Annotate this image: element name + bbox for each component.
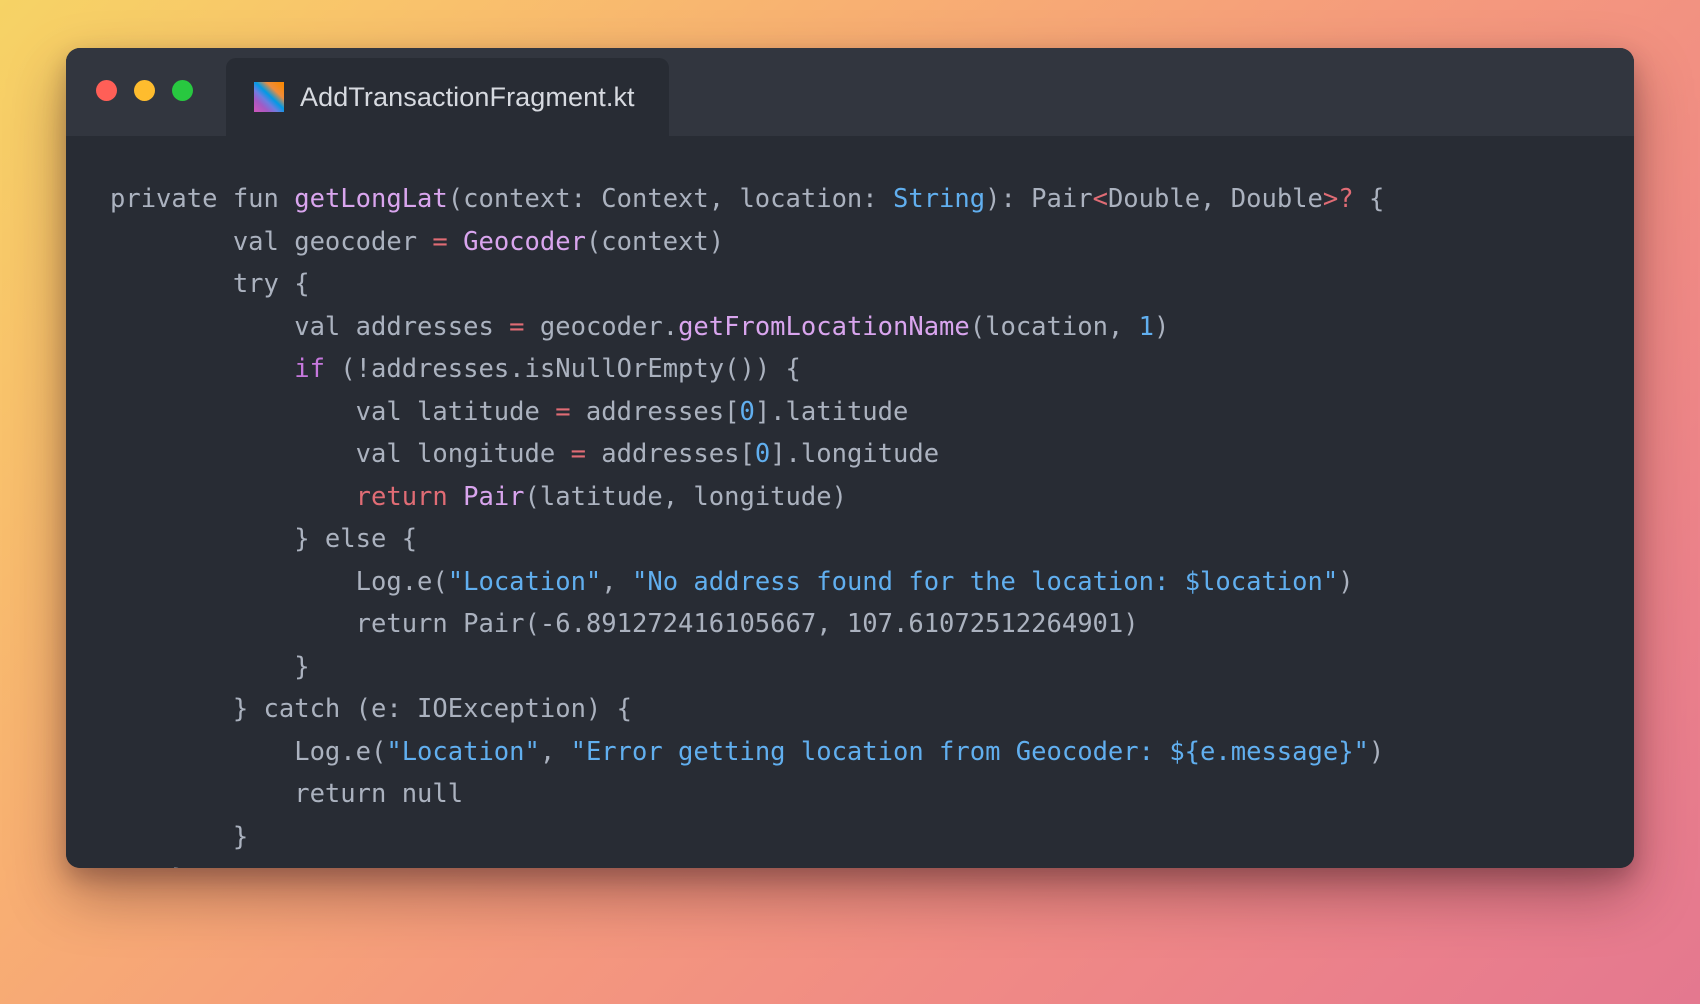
code-line: try { <box>110 269 310 299</box>
code-token: getLongLat <box>294 184 448 214</box>
code-line: val geocoder = Geocoder(context) <box>110 227 724 257</box>
code-token: < <box>1092 184 1108 214</box>
code-editor-area[interactable]: private fun getLongLat(context: Context,… <box>66 136 1634 868</box>
code-token: "Location" <box>386 736 540 767</box>
code-token: return Pair(-6.891272416105667, 107.6107… <box>110 609 1139 639</box>
code-token: ) <box>1368 736 1385 767</box>
code-token: } <box>110 821 249 852</box>
code-line: private fun getLongLat(context: Context,… <box>110 184 1384 214</box>
code-token: Log.e( <box>110 736 387 767</box>
code-token: "Error getting location from Geocoder: $… <box>570 736 1369 767</box>
source-code[interactable]: private fun getLongLat(context: Context,… <box>110 178 1634 868</box>
code-line: } <box>110 822 248 852</box>
code-token: try { <box>110 269 310 299</box>
code-token: "No address found for the location: $loc… <box>632 566 1339 597</box>
code-token: private fun <box>110 184 295 214</box>
code-token: 1 <box>1138 311 1155 342</box>
code-token: } else { <box>110 524 418 554</box>
code-token: (latitude, longitude) <box>524 481 847 512</box>
code-token: ].latitude <box>754 396 909 427</box>
code-token: val longitude <box>110 439 571 469</box>
code-line: val longitude = addresses[0].longitude <box>110 439 939 469</box>
code-token: = <box>432 226 448 257</box>
code-line: Log.e("Location", "Error getting locatio… <box>110 737 1384 767</box>
code-token: getFromLocationName <box>678 311 970 342</box>
code-token: = <box>509 311 525 342</box>
code-token: addresses[ <box>570 396 740 427</box>
code-token: return <box>355 481 448 512</box>
code-token: = <box>570 439 586 469</box>
code-token: } catch (e: IOException) { <box>110 694 632 724</box>
code-token: 0 <box>754 439 771 469</box>
code-token: (context) <box>585 226 725 257</box>
tab-addtransactionfragment[interactable]: AddTransactionFragment.kt <box>226 58 669 136</box>
code-token: } <box>110 864 186 868</box>
code-token: ) <box>1338 566 1354 597</box>
code-token: , <box>539 736 571 767</box>
minimize-button[interactable] <box>134 80 155 101</box>
code-token: (!addresses.isNullOrEmpty()) { <box>324 354 801 384</box>
window-controls <box>96 80 193 101</box>
code-line: return null <box>110 779 463 809</box>
code-line: } <box>110 864 186 868</box>
code-line: } <box>110 651 310 682</box>
kotlin-logo-icon <box>254 82 284 112</box>
code-token: , <box>601 566 633 597</box>
code-token: (context: Context, location: <box>447 184 893 214</box>
code-line: val latitude = addresses[0].latitude <box>110 396 909 427</box>
code-editor-window: AddTransactionFragment.kt private fun ge… <box>66 48 1634 868</box>
code-token: { <box>1353 184 1385 214</box>
code-token: "Location" <box>447 566 602 597</box>
code-line: Log.e("Location", "No address found for … <box>110 567 1354 597</box>
code-line: val addresses = geocoder.getFromLocation… <box>110 312 1169 342</box>
code-token: Double, Double <box>1107 184 1323 214</box>
code-token: val geocoder <box>110 226 433 257</box>
code-line: } catch (e: IOException) { <box>110 694 632 724</box>
code-token: Pair <box>463 481 525 512</box>
code-token: addresses[ <box>585 439 755 469</box>
code-token: Geocoder <box>463 226 586 257</box>
code-token: String <box>892 184 986 214</box>
code-token: ) <box>1154 311 1170 342</box>
code-token: val latitude <box>110 396 556 427</box>
tab-title-label: AddTransactionFragment.kt <box>300 81 635 112</box>
code-token: (location, <box>969 311 1139 342</box>
code-line: return Pair(-6.891272416105667, 107.6107… <box>110 609 1139 639</box>
code-token: return null <box>110 779 464 809</box>
code-token: 0 <box>739 396 755 427</box>
code-token: Log.e( <box>110 566 448 597</box>
code-token: = <box>555 396 571 427</box>
code-token: ): Pair <box>985 184 1093 214</box>
code-token: >? <box>1322 184 1354 214</box>
code-token: ].longitude <box>770 439 940 469</box>
code-token: val addresses <box>110 311 510 342</box>
code-line: } else { <box>110 524 417 554</box>
code-line: if (!addresses.isNullOrEmpty()) { <box>110 354 801 384</box>
code-line: return Pair(latitude, longitude) <box>110 482 847 512</box>
code-token: if <box>294 354 325 384</box>
close-button[interactable] <box>96 80 117 101</box>
code-token: } <box>110 651 310 682</box>
window-titlebar: AddTransactionFragment.kt <box>66 48 1634 136</box>
maximize-button[interactable] <box>172 80 193 101</box>
code-token: geocoder. <box>524 311 679 342</box>
